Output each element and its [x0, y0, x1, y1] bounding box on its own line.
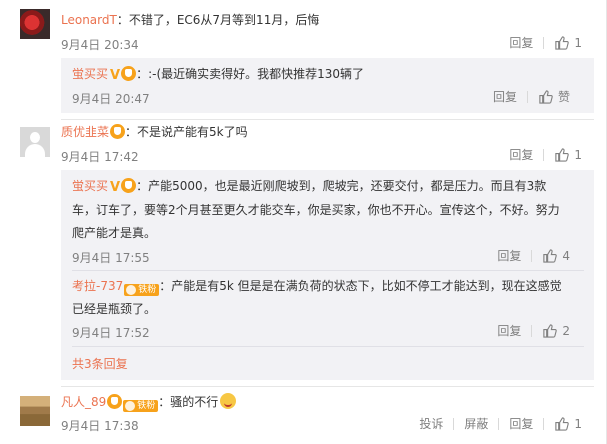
- comment-text: ：不是说产能有5k了吗: [125, 125, 248, 139]
- username-link[interactable]: 蛍买买: [72, 179, 108, 193]
- more-replies-link[interactable]: 共3条回复: [72, 355, 128, 372]
- divider: [531, 249, 533, 262]
- reply-time: 9月4日 20:47: [72, 92, 150, 106]
- member-badge-icon: [107, 394, 123, 409]
- reply-time: 9月4日 17:55: [72, 251, 150, 265]
- block-button[interactable]: 屏蔽: [464, 415, 488, 432]
- reply-button[interactable]: 回复: [497, 247, 521, 264]
- reply-text-line: 车，订车了，要等2个月甚至更久才能交车，你是买家，你也不开心。宣传这个，不好。努…: [72, 203, 560, 217]
- reply-button[interactable]: 回复: [509, 146, 533, 163]
- thumb-up-icon: [555, 36, 570, 50]
- member-badge-icon: [121, 66, 137, 81]
- reply-text-line: ：产能是有5k 但是是在满负荷的状态下，比如不停工才能达到，现在这感觉: [159, 279, 562, 293]
- reply-content: 蛍买买 V ：:-(最近确实卖得好。我都快推荐130辆了: [72, 64, 364, 86]
- reply-actions: 回复 2: [497, 322, 570, 339]
- reply-text-line: 爬产能才是真。: [72, 226, 157, 240]
- avatar[interactable]: [20, 9, 50, 39]
- comment-content: 凡人_89 铁粉 ：骚的不行: [61, 392, 237, 412]
- username-link[interactable]: LeonardT: [61, 13, 117, 27]
- divider: [531, 324, 533, 337]
- comment-divider: [61, 386, 594, 387]
- divider: [543, 36, 545, 49]
- reply-divider: [72, 270, 584, 271]
- like-button[interactable]: 2: [542, 323, 570, 338]
- reply-line: 考拉-737 铁粉 ：产能是有5k 但是是在满负荷的状态下，比如不停工才能达到，现在…: [72, 276, 562, 296]
- thumb-up-icon: [555, 148, 570, 162]
- like-button[interactable]: 1: [554, 416, 582, 431]
- reply-actions: 回复 4: [497, 247, 570, 264]
- emoji-icon: [220, 393, 237, 409]
- comment-time: 9月4日 20:34: [61, 38, 139, 52]
- avatar[interactable]: [20, 396, 50, 426]
- comment-time: 9月4日 17:42: [61, 150, 139, 164]
- like-count: 1: [574, 35, 582, 50]
- comment-time: 9月4日 17:38: [61, 419, 139, 433]
- reply-actions: 回复 赞: [493, 88, 570, 105]
- reply-time: 9月4日 17:52: [72, 326, 150, 340]
- comment-actions: 回复 1: [509, 34, 582, 51]
- reply-text: ：:-(最近确实卖得好。我都快推荐130辆了: [136, 67, 365, 81]
- like-count: 1: [574, 147, 582, 162]
- reply-text-line: 已经是瓶颈了。: [72, 302, 157, 316]
- fans-badge: 铁粉: [124, 284, 160, 296]
- divider: [498, 417, 500, 430]
- like-label: 赞: [557, 90, 570, 104]
- comment-actions: 回复 1: [509, 146, 582, 163]
- report-button[interactable]: 投诉: [419, 415, 443, 432]
- comment-content: LeonardT：不错了，EC6从7月等到11月，后悔: [61, 10, 319, 30]
- comment-text: ：不错了，EC6从7月等到11月，后悔: [116, 13, 320, 27]
- like-count: 1: [574, 416, 582, 431]
- reply-button[interactable]: 回复: [509, 415, 533, 432]
- reply-divider: [72, 346, 584, 347]
- username-link[interactable]: 质优韭菜: [61, 125, 109, 139]
- like-count: 4: [562, 248, 570, 263]
- like-button[interactable]: 1: [554, 147, 582, 162]
- divider: [543, 417, 545, 430]
- comment-content: 质优韭菜 ：不是说产能有5k了吗: [61, 122, 248, 142]
- reply-text-line: ：产能5000，也是最近刚爬坡到，爬坡完，还要交付，都是压力。而且有3款: [136, 179, 547, 193]
- reply-line: 蛍买买 V ：产能5000，也是最近刚爬坡到，爬坡完，还要交付，都是压力。而且有3款: [72, 176, 546, 198]
- thumb-up-icon: [539, 90, 553, 104]
- divider: [543, 148, 545, 161]
- like-button[interactable]: 4: [542, 248, 570, 263]
- username-link[interactable]: 凡人_89: [61, 395, 106, 409]
- reply-button[interactable]: 回复: [509, 34, 533, 51]
- avatar[interactable]: [20, 127, 50, 157]
- reply-button[interactable]: 回复: [493, 88, 517, 105]
- comment-divider: [61, 119, 594, 120]
- divider: [453, 417, 455, 430]
- member-badge-icon: [121, 178, 137, 193]
- fans-badge: 铁粉: [123, 400, 159, 412]
- like-button[interactable]: 1: [554, 35, 582, 50]
- comment-actions: 投诉 屏蔽 回复 1: [419, 415, 582, 432]
- thumb-up-icon: [555, 417, 570, 431]
- thumb-up-icon: [543, 249, 558, 263]
- thumb-up-icon: [543, 324, 558, 338]
- username-link[interactable]: 蛍买买: [72, 67, 108, 81]
- username-link[interactable]: 考拉-737: [72, 279, 123, 293]
- like-button[interactable]: 赞: [538, 88, 570, 105]
- comment-text: ：骚的不行: [158, 395, 219, 409]
- divider: [526, 90, 528, 103]
- verified-v-icon: V: [110, 180, 121, 195]
- verified-v-icon: V: [110, 68, 121, 83]
- member-badge-icon: [110, 124, 126, 139]
- like-count: 2: [562, 323, 570, 338]
- reply-button[interactable]: 回复: [497, 322, 521, 339]
